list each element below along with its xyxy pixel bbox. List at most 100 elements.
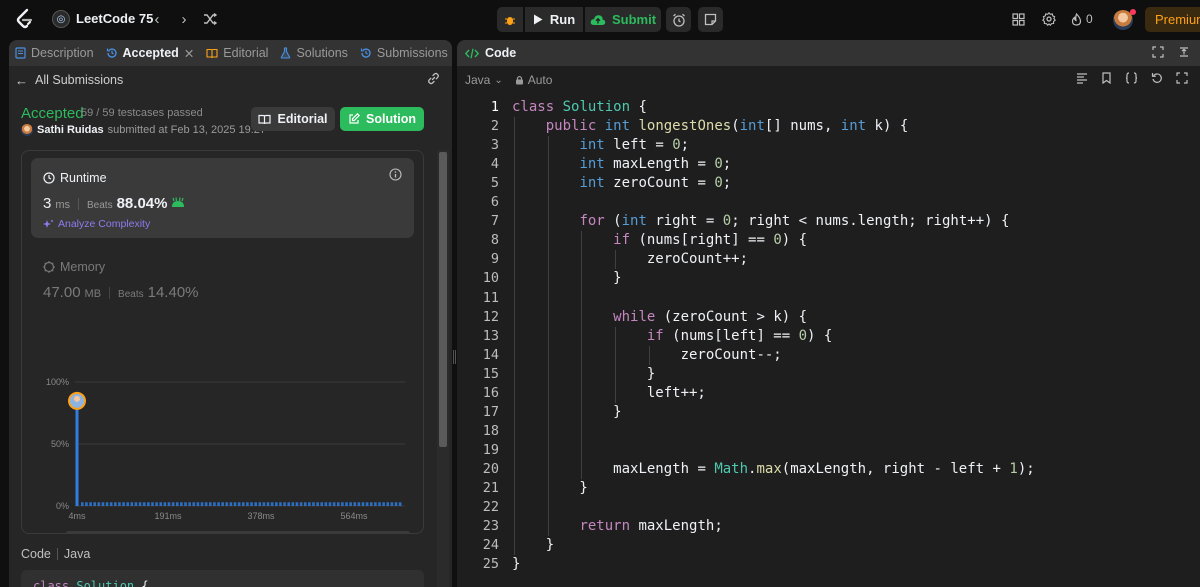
histogram-bar <box>365 502 369 506</box>
line-number: 15 <box>482 365 499 382</box>
language-select[interactable]: Java ⌄ <box>465 73 503 87</box>
histogram-bar <box>85 502 88 506</box>
histogram-bar <box>394 502 398 506</box>
x-tick-label: 564ms <box>340 511 368 521</box>
line-number: 12 <box>482 308 499 325</box>
tab-accepted[interactable]: Accepted ✕ <box>100 40 201 66</box>
histogram-bar <box>270 502 274 506</box>
editorial-button[interactable]: Editorial <box>251 107 335 131</box>
histogram-bar <box>142 502 146 506</box>
info-icon[interactable] <box>389 168 402 184</box>
all-submissions-link[interactable]: ← All Submissions <box>9 68 452 92</box>
code-text: public int longestOnes(int[] nums, int k… <box>545 118 909 135</box>
histogram-bar <box>213 502 216 506</box>
highlight-bar <box>75 404 79 506</box>
line-number: 4 <box>490 156 499 173</box>
user-avatar[interactable] <box>1112 9 1136 31</box>
tab-submissions-label: Submissions <box>376 46 448 60</box>
share-link-icon[interactable] <box>427 72 440 88</box>
histogram-bar <box>175 502 179 506</box>
histogram-bar <box>374 502 377 506</box>
study-plan-icon[interactable]: ◎ <box>52 10 70 28</box>
memory-label: Memory <box>60 260 106 274</box>
line-number: 24 <box>482 537 499 554</box>
code-editor-panel: Code Java ⌄ Auto 1 class Solution {2 publ… <box>457 40 1200 587</box>
runtime-distribution-chart[interactable]: 100%50%0%4ms191ms378ms564ms4ms191ms378ms… <box>31 334 411 534</box>
histogram-bar <box>171 502 175 506</box>
histogram-bar <box>345 502 348 506</box>
leetcode-logo-icon[interactable] <box>14 8 36 30</box>
mode-select[interactable]: Auto <box>515 73 552 87</box>
histogram-bar <box>341 502 344 506</box>
settings-gear-icon[interactable] <box>1041 11 1057 27</box>
tab-submissions[interactable]: Submissions <box>354 40 452 66</box>
histogram-bar <box>163 502 167 506</box>
format-icon[interactable] <box>1076 72 1088 84</box>
user-marker-face <box>74 395 80 402</box>
histogram-bar <box>336 502 340 506</box>
histogram-bar <box>167 502 171 506</box>
code-text: } <box>512 365 656 382</box>
submitter-name[interactable]: Sathi Ruidas <box>37 124 104 136</box>
solution-button[interactable]: Solution <box>340 107 424 131</box>
line-number: 18 <box>482 422 499 439</box>
code-label: Code <box>21 547 51 561</box>
histogram-bar <box>130 502 134 506</box>
close-tab-icon[interactable]: ✕ <box>184 46 194 61</box>
indent-guide <box>514 117 515 556</box>
prev-problem-icon[interactable]: ‹ <box>148 10 166 28</box>
run-button[interactable]: Run <box>525 7 583 32</box>
histogram-bar <box>147 502 150 506</box>
fullscreen-icon[interactable] <box>1176 72 1188 84</box>
code-editor[interactable]: 1 class Solution {2 public int longestOne… <box>457 96 1200 587</box>
submission-status: Accepted <box>21 105 84 122</box>
play-icon <box>533 14 543 25</box>
submit-button[interactable]: Submit <box>585 7 661 32</box>
panel-scrollbar-thumb[interactable] <box>439 152 447 447</box>
memory-header[interactable]: Memory <box>43 260 105 274</box>
histogram-bar <box>308 502 311 506</box>
code-text: } <box>512 480 588 496</box>
reset-icon[interactable] <box>1151 72 1163 84</box>
runtime-card[interactable]: Runtime 3 ms Beats 88.04% Analyze Comple… <box>31 158 414 238</box>
runtime-beats-value: 88.04% <box>116 195 168 212</box>
memory-value: 47.00 <box>43 284 81 301</box>
line-number: 25 <box>482 556 499 573</box>
debug-button[interactable] <box>497 7 523 32</box>
panel-window-controls <box>1152 46 1190 58</box>
analyze-complexity-link[interactable]: Analyze Complexity <box>43 218 150 230</box>
histogram-bar <box>101 502 105 506</box>
notes-button[interactable] <box>698 7 723 32</box>
layout-icon[interactable] <box>1010 11 1026 27</box>
code-text: } <box>512 403 622 420</box>
code-text: left++; <box>646 384 706 401</box>
histogram-bar <box>295 502 299 506</box>
shuffle-icon[interactable] <box>201 10 219 28</box>
premium-button[interactable]: Premium <box>1145 7 1200 32</box>
histogram-bar <box>188 502 191 506</box>
tab-description[interactable]: Description <box>9 40 100 66</box>
braces-icon[interactable] <box>1125 72 1138 84</box>
histogram-bar <box>233 502 237 506</box>
edit-icon <box>349 113 360 124</box>
next-problem-icon[interactable]: › <box>175 10 193 28</box>
submitted-time: submitted at Feb 13, 2025 19:27 <box>107 124 267 136</box>
streak-counter[interactable]: 0 <box>1071 11 1093 27</box>
bookmark-icon[interactable] <box>1101 72 1112 84</box>
tab-description-label: Description <box>31 46 94 60</box>
editor-tool-icons <box>1076 72 1188 84</box>
histogram-bar <box>369 502 373 506</box>
histogram-bar <box>229 502 233 506</box>
range-brush <box>65 531 411 534</box>
description-icon <box>15 47 26 59</box>
histogram-bar <box>312 502 315 506</box>
timer-button[interactable] <box>666 7 691 32</box>
tab-solutions[interactable]: Solutions <box>274 40 353 66</box>
collapse-icon[interactable] <box>1178 46 1190 58</box>
solution-button-label: Solution <box>366 112 416 126</box>
sparkle-icon <box>43 219 54 228</box>
maximize-icon[interactable] <box>1152 46 1164 58</box>
runtime-beats-label: Beats <box>87 200 113 211</box>
tab-editorial[interactable]: Editorial <box>200 40 274 66</box>
study-plan-title[interactable]: LeetCode 75 <box>76 11 153 26</box>
